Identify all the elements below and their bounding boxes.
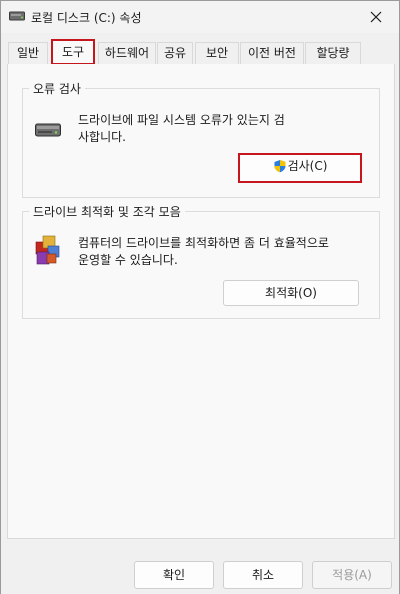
optimize-button[interactable]: 최적화(O) [223, 280, 359, 306]
tab-tools[interactable]: 도구 [51, 39, 95, 65]
title-bar[interactable]: 로컬 디스크 (C:) 속성 [1, 1, 399, 33]
defrag-icon [35, 234, 61, 269]
error-check-desc-line1: 드라이브에 파일 시스템 오류가 있는지 검 [78, 113, 285, 127]
tab-previous-versions[interactable]: 이전 버전 [240, 42, 304, 64]
tab-general[interactable]: 일반 [8, 42, 48, 64]
tab-quota[interactable]: 할당량 [305, 42, 361, 64]
optimize-desc-line2: 운영할 수 있습니다. [78, 253, 178, 267]
tab-content-panel: 오류 검사 드라이브에 파일 시스템 오류가 있는지 검 사합니다. 검사(C)… [7, 64, 395, 539]
drive-icon [9, 10, 25, 22]
error-check-group: 오류 검사 드라이브에 파일 시스템 오류가 있는지 검 사합니다. 검사(C) [22, 80, 380, 198]
close-button[interactable] [353, 1, 399, 33]
error-check-title: 오류 검사 [29, 80, 85, 97]
window-title: 로컬 디스크 (C:) 속성 [31, 11, 142, 25]
tab-security[interactable]: 보안 [195, 42, 239, 64]
scan-button-label: 검사(C) [287, 159, 328, 173]
tab-sharing[interactable]: 공유 [157, 42, 193, 64]
dialog-footer: 확인 취소 적용(A) [1, 539, 399, 594]
properties-window: 로컬 디스크 (C:) 속성 일반 도구 하드웨어 공유 보안 이전 버전 할당… [0, 0, 400, 594]
scan-button[interactable]: 검사(C) [238, 153, 362, 183]
ok-button[interactable]: 확인 [134, 561, 214, 589]
cancel-button[interactable]: 취소 [223, 561, 303, 589]
apply-button[interactable]: 적용(A) [312, 561, 392, 589]
optimize-group: 드라이브 최적화 및 조각 모음 컴퓨터의 드라이브를 최적화하면 좀 더 효율… [22, 203, 380, 319]
uac-shield-icon [273, 158, 287, 180]
tab-strip: 일반 도구 하드웨어 공유 보안 이전 버전 할당량 [1, 39, 399, 65]
optimize-desc-line1: 컴퓨터의 드라이브를 최적화하면 좀 더 효율적으로 [78, 236, 329, 250]
error-check-desc-line2: 사합니다. [78, 130, 126, 144]
tab-hardware[interactable]: 하드웨어 [98, 42, 156, 64]
hard-drive-icon [35, 121, 61, 142]
optimize-title: 드라이브 최적화 및 조각 모음 [29, 203, 185, 220]
